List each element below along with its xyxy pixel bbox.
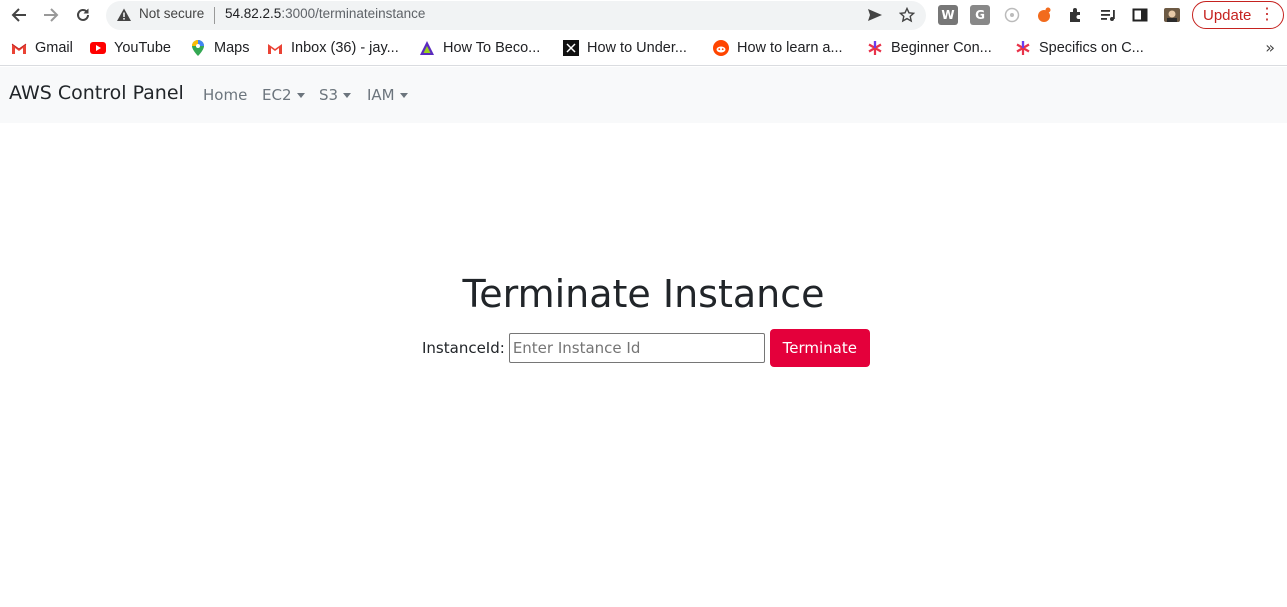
browser-toolbar: Not secure 54.82.2.5:3000/terminateinsta… bbox=[0, 0, 1287, 31]
instance-id-input[interactable] bbox=[508, 333, 765, 363]
back-arrow-icon bbox=[11, 8, 26, 22]
nav-link-home[interactable]: Home bbox=[203, 86, 247, 104]
bookmark-beginner-con[interactable]: Beginner Con... bbox=[867, 38, 992, 58]
bookmarks-bar: Gmail YouTube Maps Inbox (36) - jay... H… bbox=[0, 31, 1287, 66]
bookmark-label: YouTube bbox=[114, 40, 171, 56]
address-divider bbox=[214, 7, 215, 24]
maps-icon bbox=[190, 40, 206, 56]
bookmark-label: Inbox (36) - jay... bbox=[291, 40, 399, 56]
bookmark-how-to-learn[interactable]: How to learn a... bbox=[713, 38, 843, 58]
triangle-icon bbox=[419, 40, 435, 56]
update-label: Update bbox=[1203, 6, 1252, 24]
url-path: :3000/terminateinstance bbox=[281, 6, 426, 21]
nav-dropdown-ec2[interactable]: EC2 bbox=[262, 86, 305, 104]
url-text[interactable]: 54.82.2.5:3000/terminateinstance bbox=[225, 6, 425, 21]
back-button[interactable] bbox=[6, 3, 32, 27]
extensions-puzzle-icon[interactable] bbox=[1066, 5, 1086, 25]
instance-id-label: InstanceId: bbox=[422, 339, 505, 357]
profile-avatar-icon[interactable] bbox=[1162, 5, 1182, 25]
nav-dropdown-s3[interactable]: S3 bbox=[319, 86, 352, 104]
dropdown-caret-icon bbox=[296, 92, 305, 98]
side-panel-icon[interactable] bbox=[1130, 5, 1150, 25]
page-title: Terminate Instance bbox=[462, 272, 825, 316]
bookmark-label: Beginner Con... bbox=[891, 40, 992, 56]
forward-arrow-icon bbox=[44, 8, 59, 22]
bookmark-how-to-become[interactable]: How To Beco... bbox=[419, 38, 540, 58]
reload-icon bbox=[77, 8, 89, 21]
terminate-form: InstanceId: Terminate bbox=[422, 329, 870, 367]
asterisk-icon bbox=[1015, 40, 1031, 56]
forward-button[interactable] bbox=[38, 3, 64, 27]
bookmark-label: Specifics on C... bbox=[1039, 40, 1144, 56]
nav-link-label: Home bbox=[203, 86, 248, 104]
navbar-brand[interactable]: AWS Control Panel bbox=[9, 82, 184, 104]
bookmark-label: How to Under... bbox=[587, 40, 687, 56]
bookmarks-overflow-icon[interactable]: » bbox=[1265, 38, 1275, 57]
more-options-icon: ⋮ bbox=[1259, 6, 1275, 23]
bookmark-gmail[interactable]: Gmail bbox=[11, 38, 73, 58]
reddit-icon bbox=[713, 40, 729, 56]
bookmark-label: How to learn a... bbox=[737, 40, 843, 56]
security-status[interactable]: Not secure bbox=[139, 6, 204, 21]
update-button[interactable]: Update ⋮ bbox=[1192, 1, 1284, 29]
circle-extension-icon[interactable] bbox=[1002, 5, 1022, 25]
nav-dropdown-iam[interactable]: IAM bbox=[367, 86, 408, 104]
terminate-button[interactable]: Terminate bbox=[769, 329, 870, 367]
bookmark-maps[interactable]: Maps bbox=[190, 38, 249, 58]
asterisk-icon bbox=[867, 40, 883, 56]
app-navbar: AWS Control Panel Home EC2 S3 IAM bbox=[0, 67, 1287, 123]
url-host: 54.82.2.5 bbox=[225, 6, 282, 21]
gmail-icon bbox=[11, 40, 27, 56]
bookmark-inbox[interactable]: Inbox (36) - jay... bbox=[267, 38, 399, 58]
bookmark-how-to-understand[interactable]: How to Under... bbox=[563, 38, 687, 58]
nav-link-label: EC2 bbox=[262, 86, 292, 104]
bookmark-label: Gmail bbox=[35, 40, 73, 56]
w-extension-icon[interactable]: W bbox=[938, 5, 958, 25]
dropdown-caret-icon bbox=[399, 92, 408, 98]
address-bar[interactable]: Not secure 54.82.2.5:3000/terminateinsta… bbox=[106, 1, 926, 30]
orange-extension-icon[interactable] bbox=[1034, 5, 1054, 25]
bookmark-label: How To Beco... bbox=[443, 40, 541, 56]
youtube-icon bbox=[90, 40, 106, 56]
media-control-icon[interactable] bbox=[1098, 5, 1118, 25]
reload-button[interactable] bbox=[70, 3, 96, 27]
bookmark-youtube[interactable]: YouTube bbox=[90, 38, 171, 58]
dark-square-icon bbox=[563, 40, 579, 56]
bookmark-star-button[interactable] bbox=[898, 6, 916, 24]
send-icon bbox=[868, 9, 882, 21]
dropdown-caret-icon bbox=[343, 92, 352, 98]
g-extension-icon[interactable]: G bbox=[970, 5, 990, 25]
star-icon bbox=[899, 7, 915, 23]
nav-link-label: S3 bbox=[319, 86, 339, 104]
bookmark-specifics-on[interactable]: Specifics on C... bbox=[1015, 38, 1144, 58]
gmail-icon bbox=[267, 40, 283, 56]
warning-icon bbox=[117, 8, 131, 21]
nav-link-label: IAM bbox=[367, 86, 395, 104]
bookmark-label: Maps bbox=[214, 40, 250, 56]
send-tab-button[interactable] bbox=[866, 6, 884, 24]
